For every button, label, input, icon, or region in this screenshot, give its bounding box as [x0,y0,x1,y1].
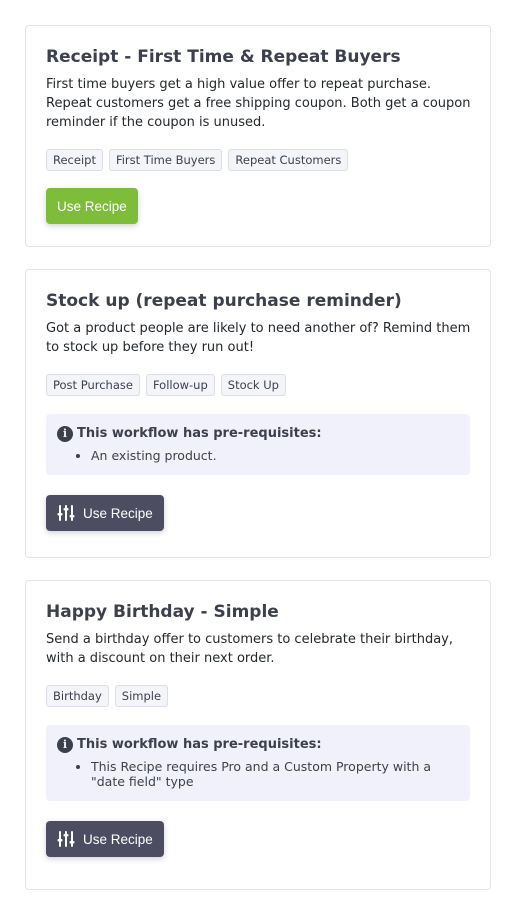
use-recipe-button-label: Use Recipe [83,831,153,847]
recipe-card-receipt: Receipt - First Time & Repeat Buyers Fir… [25,25,491,247]
info-icon: i [57,736,73,753]
tag-list: Receipt First Time Buyers Repeat Custome… [46,149,470,171]
tag: Repeat Customers [228,149,349,171]
tag: Post Purchase [46,374,140,396]
recipe-description: Got a product people are likely to need … [46,321,471,355]
sliders-icon [57,505,75,521]
tag: Stock Up [220,374,286,396]
tag: Receipt [46,149,103,171]
recipe-description: First time buyers get a high value offer… [46,77,471,130]
info-icon: i [57,425,73,442]
prerequisite-item: An existing product. [91,448,458,463]
prerequisites-box: i This workflow has pre-requisites: An e… [46,414,470,475]
use-recipe-button-label: Use Recipe [57,198,127,214]
tag: Follow-up [145,374,215,396]
recipe-card-happy-birthday: Happy Birthday - Simple Send a birthday … [25,580,491,890]
tag: First Time Buyers [108,149,223,171]
sliders-icon [57,831,75,847]
tag-list: Birthday Simple [46,685,470,707]
recipe-card-stock-up: Stock up (repeat purchase reminder) Got … [25,269,491,558]
recipe-description: Send a birthday offer to customers to ce… [46,632,453,666]
prerequisites-list: An existing product. [57,448,458,463]
prerequisite-item: This Recipe requires Pro and a Custom Pr… [91,759,458,789]
prerequisites-header: i This workflow has pre-requisites: [57,425,458,442]
tag: Birthday [46,685,109,707]
use-recipe-button-label: Use Recipe [83,505,153,521]
recipe-title: Happy Birthday - Simple [46,602,279,622]
tag: Simple [114,685,169,707]
prerequisites-list: This Recipe requires Pro and a Custom Pr… [57,759,458,789]
use-recipe-button[interactable]: Use Recipe [46,821,164,857]
prerequisites-title: This workflow has pre-requisites: [77,737,322,752]
use-recipe-button[interactable]: Use Recipe [46,188,138,224]
recipe-title: Stock up (repeat purchase reminder) [46,291,402,311]
recipe-title: Receipt - First Time & Repeat Buyers [46,47,401,67]
prerequisites-title: This workflow has pre-requisites: [77,426,322,441]
use-recipe-button[interactable]: Use Recipe [46,495,164,531]
prerequisites-header: i This workflow has pre-requisites: [57,736,458,753]
prerequisites-box: i This workflow has pre-requisites: This… [46,725,470,801]
tag-list: Post Purchase Follow-up Stock Up [46,374,470,396]
